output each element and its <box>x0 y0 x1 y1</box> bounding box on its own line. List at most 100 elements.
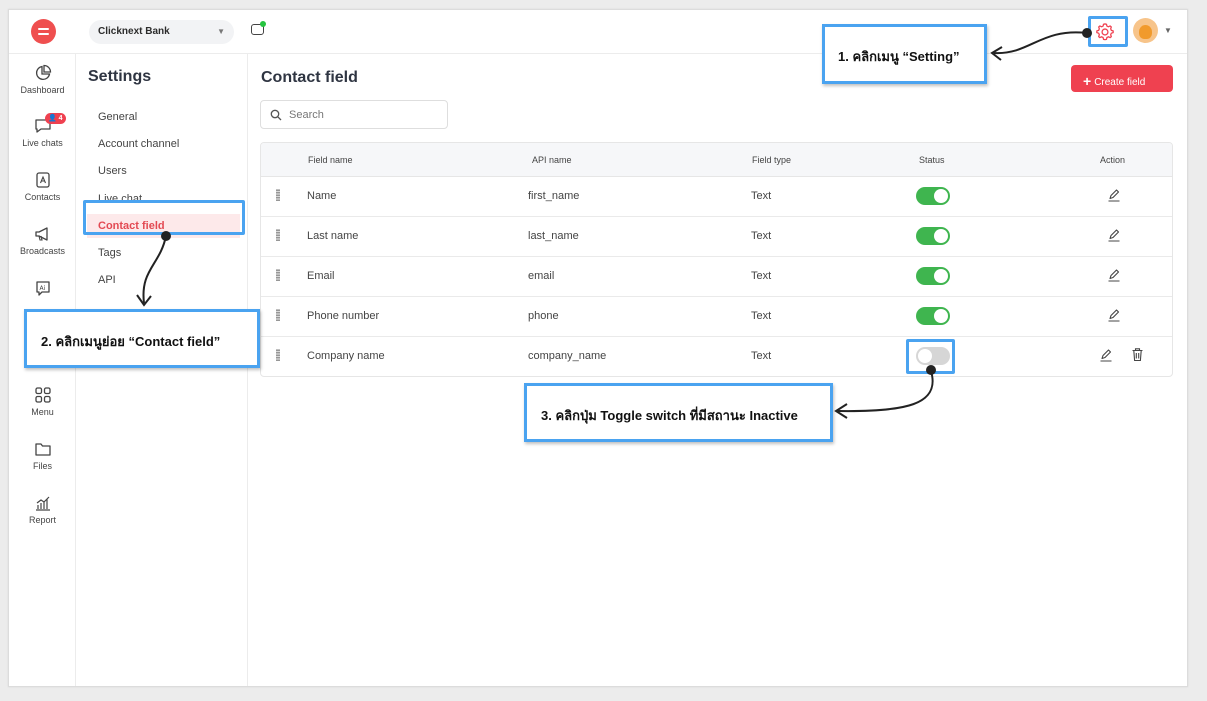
workspace-select[interactable]: Clicknext Bank ▼ <box>89 20 234 44</box>
drag-handle-icon[interactable] <box>276 269 280 281</box>
rail-item-label: Contacts <box>24 192 61 202</box>
settings-title: Settings <box>88 68 152 85</box>
create-field-button[interactable]: + Create field <box>1071 65 1173 92</box>
rail-item-ai[interactable]: Ai <box>9 279 76 300</box>
rail-item-label: Files <box>32 461 52 471</box>
report-chart-icon <box>35 496 50 511</box>
drag-handle-icon[interactable] <box>276 189 280 201</box>
drag-handle-icon[interactable] <box>276 229 280 241</box>
field-name-cell: Company name <box>307 350 385 362</box>
chevron-down-icon[interactable]: ▼ <box>1164 26 1172 35</box>
rail-item-files[interactable]: Files <box>9 440 76 471</box>
status-toggle[interactable] <box>916 267 950 285</box>
ai-bot-icon: Ai <box>35 281 50 296</box>
column-header-field-name: Field name <box>308 155 353 165</box>
status-toggle[interactable] <box>916 307 950 325</box>
rail-item-report[interactable]: Report <box>9 494 76 525</box>
toggle-highlight-box <box>906 339 955 374</box>
field-type-cell: Text <box>751 270 772 282</box>
trash-icon[interactable] <box>1131 347 1144 362</box>
step3-text: 3. คลิกปุ่ม Toggle switch ที่มีสถานะ Ina… <box>541 408 798 423</box>
status-toggle[interactable] <box>916 227 950 245</box>
search-icon <box>270 109 282 121</box>
api-name-cell: company_name <box>528 350 607 362</box>
table-header: Field name API name Field type Status Ac… <box>261 143 1172 177</box>
search-placeholder: Search <box>289 109 324 121</box>
pie-chart-icon <box>35 64 51 80</box>
step3-callout: 3. คลิกปุ่ม Toggle switch ที่มีสถานะ Ina… <box>524 383 833 442</box>
toggle-knob <box>934 189 948 203</box>
api-name-cell: first_name <box>528 190 580 202</box>
api-name-cell: phone <box>528 310 559 322</box>
field-name-cell: Last name <box>307 230 359 242</box>
rail-item-label: Menu <box>31 407 54 417</box>
drag-handle-icon[interactable] <box>276 349 280 361</box>
workspace-name: Clicknext Bank <box>98 26 170 37</box>
contact-card-icon <box>35 172 50 188</box>
column-header-field-type: Field type <box>752 155 792 165</box>
search-input[interactable]: Search <box>260 100 448 129</box>
settings-item-users[interactable]: Users <box>87 159 240 183</box>
column-header-api-name: API name <box>532 155 572 165</box>
field-name-cell: Name <box>307 190 337 202</box>
toggle-knob <box>934 229 948 243</box>
rail-item-live-chats[interactable]: 👤 4 Live chats <box>9 113 76 148</box>
page-title: Contact field <box>261 69 358 86</box>
pencil-icon[interactable] <box>1107 308 1121 322</box>
rail-item-label: Live chats <box>22 138 63 148</box>
rail-item-contacts[interactable]: Contacts <box>9 171 76 202</box>
rail-item-broadcasts[interactable]: Broadcasts <box>9 225 76 256</box>
toggle-knob <box>934 309 948 323</box>
plus-icon: + <box>1083 73 1092 89</box>
column-header-status: Status <box>919 155 945 165</box>
field-type-cell: Text <box>751 310 772 322</box>
column-header-action: Action <box>1100 155 1126 165</box>
field-type-cell: Text <box>751 350 772 362</box>
table-row: Email email Text <box>261 257 1172 297</box>
settings-item-general[interactable]: General <box>87 105 240 129</box>
api-name-cell: last_name <box>528 230 579 242</box>
pencil-icon[interactable] <box>1107 228 1121 242</box>
drag-handle-icon[interactable] <box>276 309 280 321</box>
app-logo[interactable] <box>31 19 56 44</box>
chevron-down-icon: ▼ <box>217 27 225 36</box>
step1-callout: 1. คลิกเมนู “Setting” <box>822 24 987 84</box>
field-type-cell: Text <box>751 230 772 242</box>
svg-text:Ai: Ai <box>39 285 45 292</box>
rail-item-label: Report <box>28 515 56 525</box>
step1-text: 1. คลิกเมนู “Setting” <box>838 49 960 64</box>
table-row: Phone number phone Text <box>261 297 1172 337</box>
settings-item-tags[interactable]: Tags <box>87 241 240 265</box>
user-avatar[interactable] <box>1133 18 1158 43</box>
main-content: Contact field + Create field Search Field… <box>248 54 1187 686</box>
setting-highlight-box <box>1088 16 1128 47</box>
rail-item-dashboard[interactable]: Dashboard <box>9 64 76 95</box>
table-row: Last name last_name Text <box>261 217 1172 257</box>
status-toggle[interactable] <box>916 187 950 205</box>
pencil-icon[interactable] <box>1099 348 1113 362</box>
pencil-icon[interactable] <box>1107 268 1121 282</box>
rail-item-label: Broadcasts <box>19 246 66 256</box>
folder-icon <box>34 443 51 456</box>
contact-field-highlight-box <box>83 200 245 235</box>
rail-item-menu[interactable]: Menu <box>9 386 76 417</box>
field-type-cell: Text <box>751 190 772 202</box>
rail-item-label: Dashboard <box>20 85 65 95</box>
settings-item-account-channel[interactable]: Account channel <box>87 132 240 156</box>
megaphone-icon <box>34 227 48 241</box>
left-rail: Dashboard 👤 4 Live chats Contacts Broadc… <box>9 54 76 686</box>
unread-badge: 👤 4 <box>45 113 66 124</box>
api-name-cell: email <box>528 270 555 282</box>
grid-icon <box>34 387 51 403</box>
toggle-knob <box>934 269 948 283</box>
settings-menu: Settings General Account channel Users L… <box>76 54 248 686</box>
top-bar: Clicknext Bank ▼ ▼ <box>9 10 1187 54</box>
field-name-cell: Email <box>307 270 335 282</box>
pencil-icon[interactable] <box>1107 188 1121 202</box>
field-name-cell: Phone number <box>307 310 380 322</box>
settings-item-api[interactable]: API <box>87 268 240 292</box>
table-row: Name first_name Text <box>261 177 1172 217</box>
table-row: Company name company_name Text <box>261 337 1172 376</box>
online-status-dot <box>260 21 266 27</box>
create-field-label: Create field <box>1094 77 1146 88</box>
